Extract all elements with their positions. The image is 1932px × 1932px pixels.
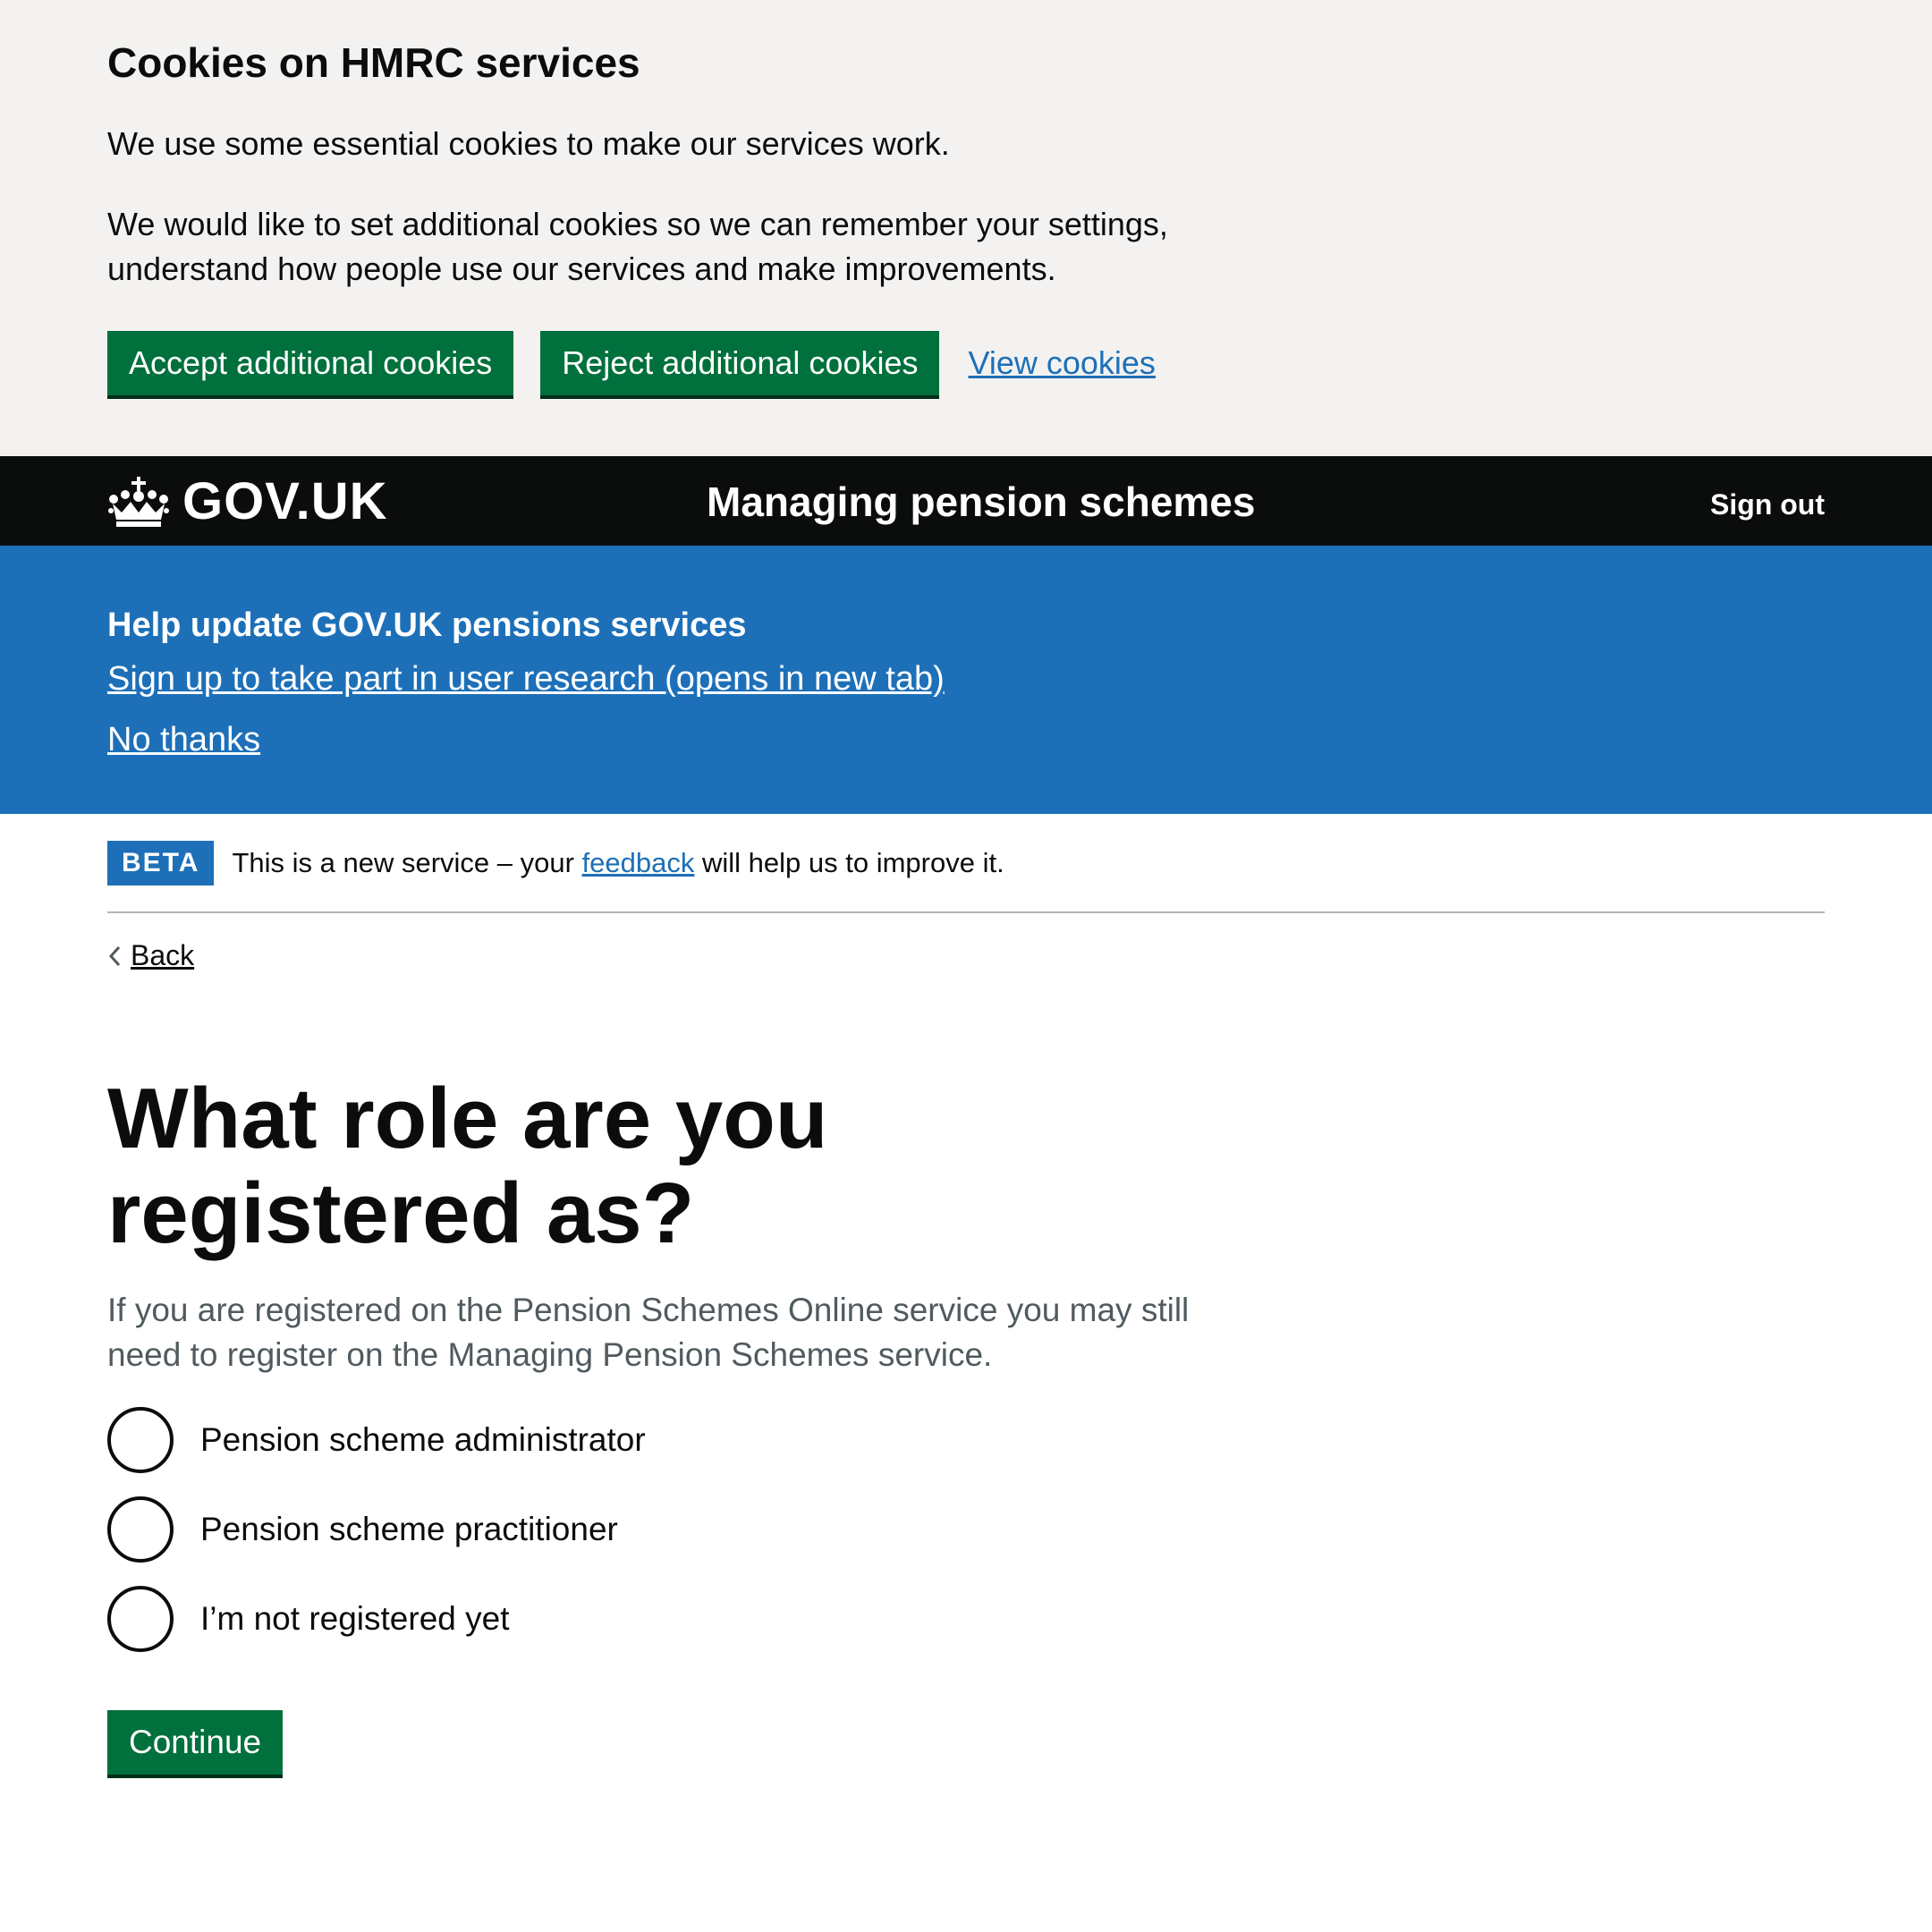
service-name-link[interactable]: Managing pension schemes	[707, 479, 1255, 524]
radio-option-not-registered[interactable]: I’m not registered yet	[107, 1583, 646, 1655]
research-banner-title: Help update GOV.UK pensions services	[107, 606, 747, 644]
beta-tag: BETA	[107, 840, 215, 886]
crown-icon	[108, 477, 169, 527]
chevron-left-icon	[108, 945, 121, 966]
back-link-label: Back	[131, 939, 195, 971]
reject-cookies-button[interactable]: Reject additional cookies	[540, 331, 940, 395]
view-cookies-link[interactable]: View cookies	[968, 344, 1155, 382]
cookie-banner-text-essential: We use some essential cookies to make ou…	[107, 125, 950, 162]
cookie-banner-actions: Accept additional cookies Reject additio…	[107, 331, 1825, 395]
phase-text-after: will help us to improve it.	[702, 846, 1004, 878]
radio-button[interactable]	[107, 1407, 174, 1473]
govuk-header: GOV.UK Managing pension schemes Sign out	[0, 456, 1932, 546]
cookie-banner-text-additional: We would like to set additional cookies …	[107, 206, 1168, 287]
accept-cookies-button[interactable]: Accept additional cookies	[107, 331, 514, 395]
research-dismiss-link[interactable]: No thanks	[107, 717, 260, 762]
phase-text-before: This is a new service – your	[232, 846, 574, 878]
phase-banner: BETA This is a new service – your feedba…	[107, 814, 1825, 913]
radio-option-practitioner[interactable]: Pension scheme practitioner	[107, 1494, 646, 1565]
radio-button[interactable]	[107, 1496, 174, 1563]
radio-label[interactable]: Pension scheme practitioner	[200, 1511, 618, 1548]
feedback-link[interactable]: feedback	[582, 847, 695, 878]
radio-label[interactable]: I’m not registered yet	[200, 1600, 509, 1638]
cookie-banner-title: Cookies on HMRC services	[107, 39, 640, 86]
user-research-banner: Help update GOV.UK pensions services Sig…	[0, 546, 1932, 814]
back-link[interactable]: Back	[107, 939, 194, 972]
cookie-banner: Cookies on HMRC services We use some ess…	[0, 0, 1932, 456]
role-radio-group: Pension scheme administrator Pension sch…	[107, 1404, 646, 1673]
question-hint: If you are registered on the Pension Sch…	[107, 1292, 1190, 1373]
continue-button[interactable]: Continue	[107, 1710, 284, 1775]
phase-banner-text: This is a new service – your feedback wi…	[232, 847, 1004, 879]
continue-container: Continue	[107, 1710, 284, 1775]
sign-out-link[interactable]: Sign out	[1710, 488, 1825, 521]
govuk-logo-text: GOV.UK	[182, 472, 388, 530]
govuk-logo-link[interactable]: GOV.UK	[107, 476, 387, 528]
research-signup-link[interactable]: Sign up to take part in user research (o…	[107, 657, 945, 701]
radio-button[interactable]	[107, 1586, 174, 1652]
radio-option-administrator[interactable]: Pension scheme administrator	[107, 1404, 646, 1476]
radio-label[interactable]: Pension scheme administrator	[200, 1421, 646, 1459]
page-title: What role are you registered as?	[107, 1071, 828, 1261]
